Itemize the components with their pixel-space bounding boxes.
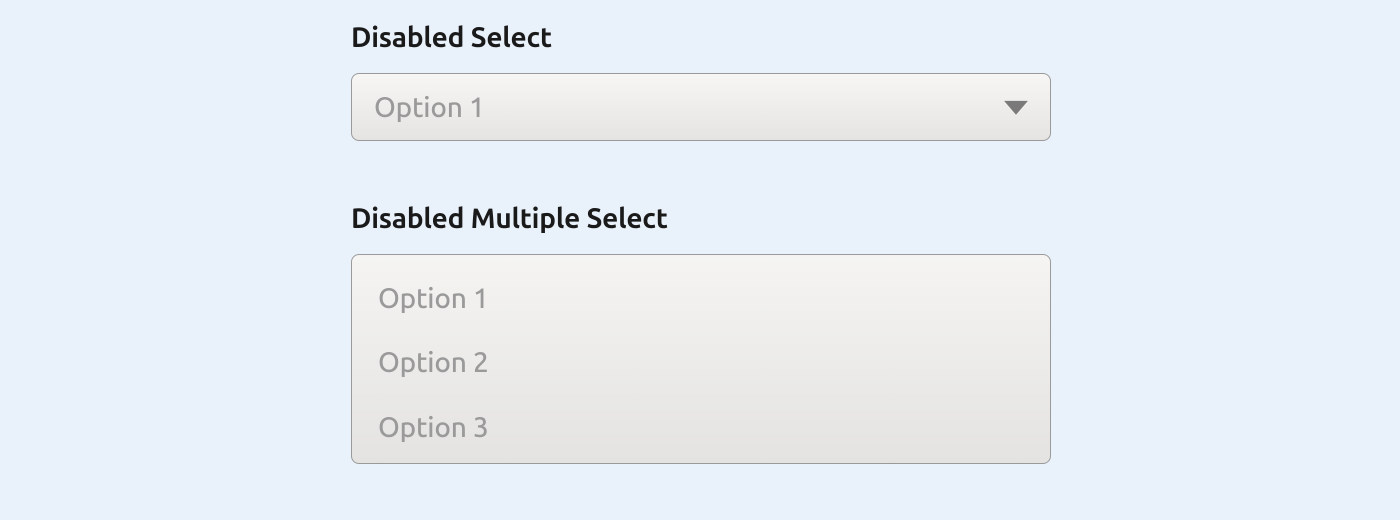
list-item: Option 2 — [352, 331, 1050, 395]
disabled-select-label: Disabled Select — [351, 22, 1051, 53]
disabled-multiple-select-group: Disabled Multiple Select Option 1 Option… — [351, 203, 1051, 464]
disabled-select-group: Disabled Select Option 1 — [351, 22, 1051, 141]
form-container: Disabled Select Option 1 Disabled Multip… — [351, 22, 1051, 464]
disabled-select: Option 1 — [351, 73, 1051, 141]
list-item: Option 1 — [352, 267, 1050, 331]
list-item: Option 3 — [352, 396, 1050, 460]
disabled-multiple-select: Option 1 Option 2 Option 3 — [351, 254, 1051, 464]
disabled-multiple-select-label: Disabled Multiple Select — [351, 203, 1051, 234]
chevron-down-icon — [1004, 101, 1028, 115]
disabled-select-value: Option 1 — [374, 92, 485, 123]
